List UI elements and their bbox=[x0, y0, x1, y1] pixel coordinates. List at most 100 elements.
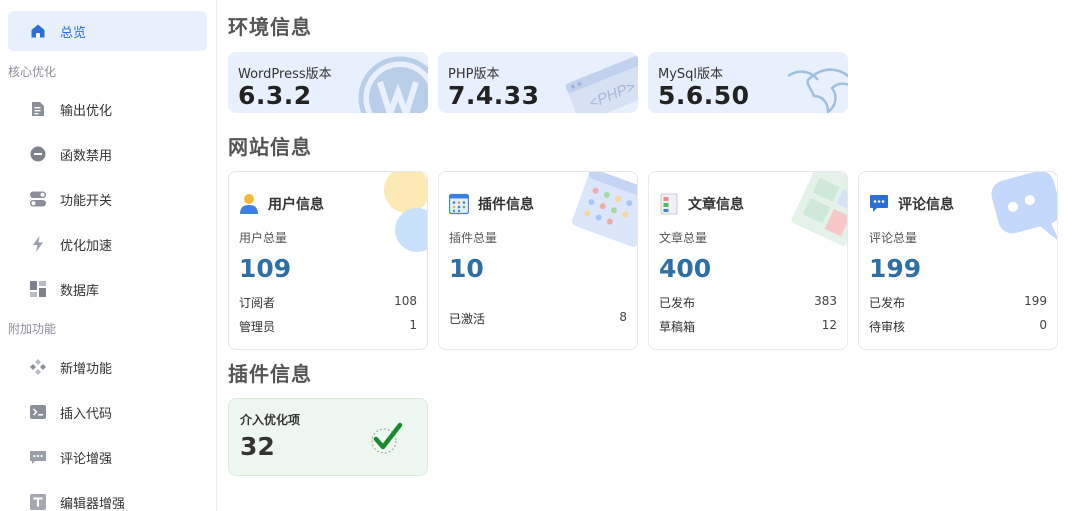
sidebar-item-database[interactable]: 数据库 bbox=[8, 272, 207, 306]
sidebar-item-overview[interactable]: 总览 bbox=[8, 11, 207, 51]
sidebar-item-insert-code[interactable]: 插入代码 bbox=[8, 395, 207, 429]
sidebar-item-label: 编辑器增强 bbox=[60, 496, 126, 511]
env-card-mysql: MySql版本 5.6.50 bbox=[648, 52, 848, 113]
site-card-row: 已激活 8 bbox=[449, 310, 627, 327]
sidebar-item-acceleration[interactable]: 优化加速 bbox=[8, 227, 207, 261]
sidebar-item-output[interactable]: 输出优化 bbox=[8, 92, 207, 126]
sidebar-item-label: 数据库 bbox=[60, 283, 100, 299]
site-section-title: 网站信息 bbox=[228, 135, 312, 159]
sidebar-group-extra: 附加功能 bbox=[8, 322, 57, 336]
site-card-title: 用户信息 bbox=[268, 197, 324, 213]
plugin-optimize-card: 介入优化项 32 bbox=[228, 398, 428, 476]
row-label: 已激活 bbox=[449, 312, 486, 326]
mysql-dolphin-icon bbox=[787, 68, 848, 113]
sidebar-item-disable-functions[interactable]: 函数禁用 bbox=[8, 137, 207, 171]
document-icon bbox=[30, 101, 46, 117]
wordpress-logo-icon bbox=[358, 56, 428, 113]
row-label: 待审核 bbox=[869, 320, 906, 334]
site-card-users: 用户信息 用户总量 109 订阅者 108 管理员 1 bbox=[228, 171, 428, 350]
sidebar: 总览 核心优化 输出优化 函数禁用 功能开关 优化加速 数据库 附加功能 新增功… bbox=[0, 0, 217, 511]
site-card-total: 400 bbox=[659, 254, 712, 283]
toggle-icon bbox=[30, 191, 46, 207]
row-label: 已发布 bbox=[869, 296, 906, 310]
plugin-grid-icon bbox=[449, 193, 469, 215]
plugins-decoration-icon bbox=[572, 172, 637, 247]
user-icon bbox=[240, 194, 258, 214]
site-card-comments: 评论信息 评论总量 199 已发布 199 待审核 0 bbox=[858, 171, 1058, 350]
home-icon bbox=[30, 23, 46, 39]
sidebar-item-label: 插入代码 bbox=[60, 406, 113, 422]
row-value: 383 bbox=[814, 294, 837, 308]
site-card-row: 订阅者 108 bbox=[239, 294, 417, 311]
app: 总览 核心优化 输出优化 函数禁用 功能开关 优化加速 数据库 附加功能 新增功… bbox=[0, 0, 1067, 511]
row-label: 管理员 bbox=[239, 320, 276, 334]
site-card-subtitle: 用户总量 bbox=[239, 231, 288, 245]
site-card-title: 文章信息 bbox=[688, 197, 744, 213]
users-decoration-icon bbox=[384, 172, 427, 252]
env-card-version: 7.4.33 bbox=[448, 81, 540, 110]
env-card-name: WordPress版本 bbox=[238, 67, 332, 82]
row-value: 12 bbox=[821, 318, 837, 332]
env-card-version: 5.6.50 bbox=[658, 81, 750, 110]
site-card-title: 评论信息 bbox=[898, 197, 954, 213]
row-value: 1 bbox=[409, 318, 417, 332]
posts-decoration-icon bbox=[791, 172, 847, 247]
site-card-subtitle: 文章总量 bbox=[659, 231, 708, 245]
comment-icon bbox=[870, 195, 888, 212]
sidebar-item-label: 优化加速 bbox=[60, 238, 113, 254]
env-card-php: <PHP> PHP版本 7.4.33 bbox=[438, 52, 638, 113]
sidebar-item-label: 函数禁用 bbox=[60, 148, 113, 164]
site-card-plugins: 插件信息 插件总量 10 已激活 8 bbox=[438, 171, 638, 350]
lightning-icon bbox=[30, 236, 46, 252]
site-card-row: 待审核 0 bbox=[869, 318, 1047, 335]
sidebar-item-label: 功能开关 bbox=[60, 193, 113, 209]
env-card-version: 6.3.2 bbox=[238, 81, 312, 110]
sidebar-item-label: 新增功能 bbox=[60, 361, 113, 377]
site-card-row: 草稿箱 12 bbox=[659, 318, 837, 335]
site-card-header: 评论信息 bbox=[869, 193, 954, 215]
sidebar-item-label: 输出优化 bbox=[60, 103, 113, 119]
sidebar-item-comment-enhance[interactable]: 评论增强 bbox=[8, 440, 207, 474]
env-card-name: MySql版本 bbox=[658, 67, 724, 82]
comments-decoration-icon bbox=[991, 172, 1057, 242]
site-card-total: 109 bbox=[239, 254, 292, 283]
database-grid-icon bbox=[30, 281, 46, 297]
site-card-subtitle: 评论总量 bbox=[869, 231, 918, 245]
plugin-section-title: 插件信息 bbox=[228, 362, 312, 386]
plugin-card-label: 介入优化项 bbox=[240, 413, 301, 427]
sidebar-item-editor-enhance[interactable]: 编辑器增强 bbox=[8, 485, 207, 511]
env-section-title: 环境信息 bbox=[228, 15, 312, 39]
minus-circle-icon bbox=[30, 146, 46, 162]
sidebar-item-label: 总览 bbox=[60, 25, 87, 41]
site-card-header: 用户信息 bbox=[239, 193, 324, 215]
row-value: 199 bbox=[1024, 294, 1047, 308]
text-t-icon bbox=[30, 494, 46, 510]
terminal-icon bbox=[30, 404, 46, 420]
site-card-header: 文章信息 bbox=[659, 193, 744, 215]
plugin-card-value: 32 bbox=[240, 432, 275, 461]
site-card-posts: 文章信息 文章总量 400 已发布 383 草稿箱 12 bbox=[648, 171, 848, 350]
article-icon bbox=[660, 193, 678, 215]
site-card-title: 插件信息 bbox=[478, 197, 534, 213]
check-badge-icon bbox=[371, 422, 403, 454]
diamond-icon bbox=[30, 359, 46, 375]
row-value: 8 bbox=[619, 310, 627, 324]
sidebar-group-core: 核心优化 bbox=[8, 65, 57, 79]
site-card-row: 已发布 383 bbox=[659, 294, 837, 311]
site-card-row: 已发布 199 bbox=[869, 294, 1047, 311]
php-logo-icon: <PHP> bbox=[565, 53, 638, 113]
env-card-name: PHP版本 bbox=[448, 67, 500, 82]
site-card-total: 199 bbox=[869, 254, 922, 283]
row-label: 已发布 bbox=[659, 296, 696, 310]
row-label: 订阅者 bbox=[239, 296, 276, 310]
site-card-header: 插件信息 bbox=[449, 193, 534, 215]
site-card-subtitle: 插件总量 bbox=[449, 231, 498, 245]
row-value: 0 bbox=[1039, 318, 1047, 332]
sidebar-item-feature-toggle[interactable]: 功能开关 bbox=[8, 182, 207, 216]
sidebar-item-label: 评论增强 bbox=[60, 451, 113, 467]
site-card-total: 10 bbox=[449, 254, 484, 283]
comment-dots-icon bbox=[30, 449, 46, 465]
row-label: 草稿箱 bbox=[659, 320, 696, 334]
env-card-wordpress: WordPress版本 6.3.2 bbox=[228, 52, 428, 113]
sidebar-item-new-features[interactable]: 新增功能 bbox=[8, 350, 207, 384]
